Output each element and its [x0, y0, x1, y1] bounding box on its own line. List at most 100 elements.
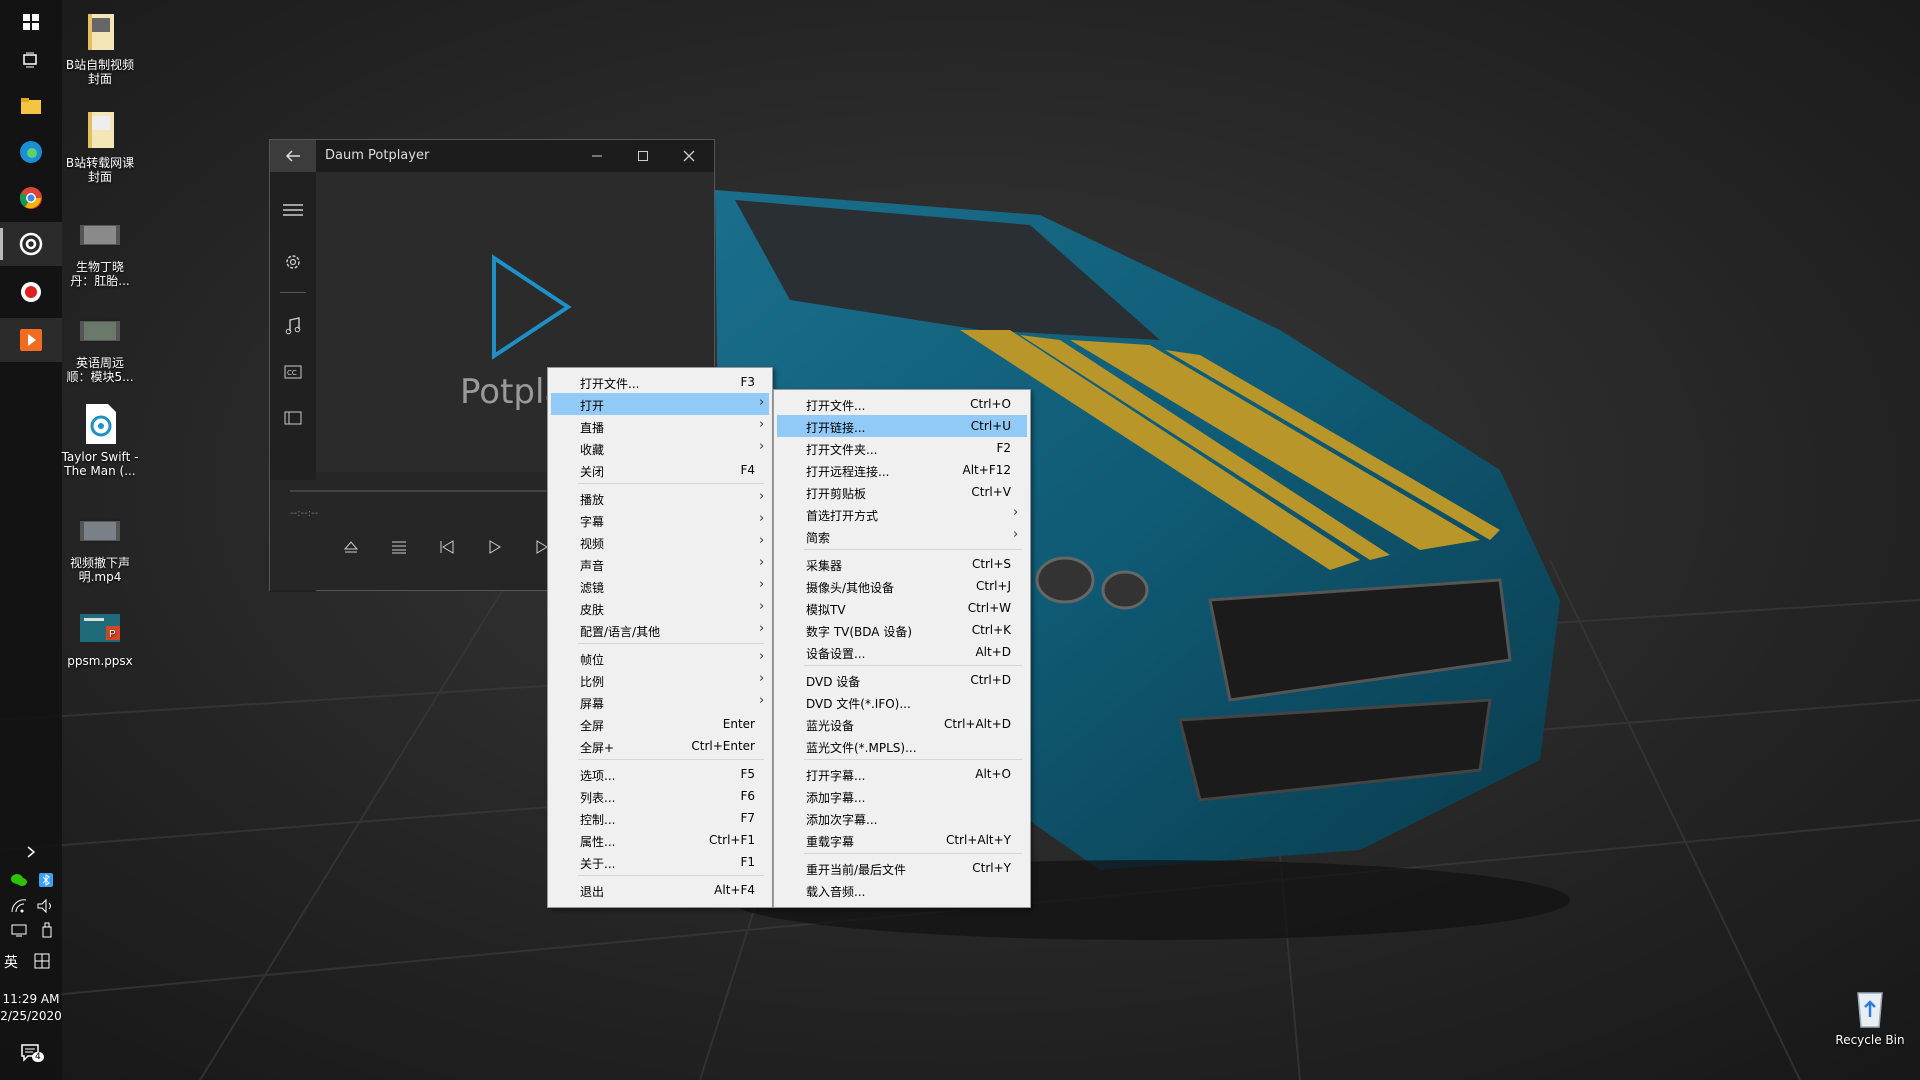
- main-menu-item[interactable]: 全屏+ Ctrl+Enter: [551, 735, 769, 757]
- file-explorer-button[interactable]: [0, 84, 62, 128]
- recycle-bin-icon[interactable]: Recycle Bin: [1830, 985, 1910, 1047]
- show-hidden-icons-button[interactable]: [0, 840, 62, 864]
- main-menu-item[interactable]: 直播 ›: [551, 415, 769, 437]
- open-submenu-item[interactable]: 添加字幕...: [777, 785, 1027, 807]
- open-submenu-item[interactable]: 打开文件夹... F2: [777, 437, 1027, 459]
- play-button[interactable]: [480, 532, 510, 562]
- open-submenu-item[interactable]: 蓝光设备 Ctrl+Alt+D: [777, 713, 1027, 735]
- main-menu-item[interactable]: 控制... F7: [551, 807, 769, 829]
- ime-language-indicator[interactable]: 英: [4, 952, 18, 972]
- desktop-icon[interactable]: P ppsm.ppsx: [55, 606, 145, 668]
- main-menu-item[interactable]: 选项... F5: [551, 763, 769, 785]
- main-menu-item[interactable]: 收藏 ›: [551, 437, 769, 459]
- menu-item-label: 打开文件夹...: [806, 443, 878, 457]
- open-submenu-item[interactable]: 载入音频...: [777, 879, 1027, 901]
- main-menu-item[interactable]: 屏幕 ›: [551, 691, 769, 713]
- volume-icon[interactable]: [36, 898, 54, 914]
- desktop-icon[interactable]: 英语周远 顺：模块5...: [55, 308, 145, 384]
- main-menu-item[interactable]: 打开 ›: [551, 393, 769, 415]
- main-menu-item[interactable]: 声音 ›: [551, 553, 769, 575]
- open-submenu-item[interactable]: DVD 文件(*.IFO)...: [777, 691, 1027, 713]
- audio-button[interactable]: [270, 306, 316, 346]
- open-submenu-item[interactable]: 首选打开方式 ›: [777, 503, 1027, 525]
- main-menu-item[interactable]: 属性... Ctrl+F1: [551, 829, 769, 851]
- menu-button[interactable]: [270, 190, 316, 230]
- bluetooth-tray-icon[interactable]: [38, 872, 54, 888]
- open-submenu-item[interactable]: 蓝光文件(*.MPLS)...: [777, 735, 1027, 757]
- main-menu-item[interactable]: 滤镜 ›: [551, 575, 769, 597]
- recorder-button[interactable]: [0, 270, 62, 314]
- main-menu-item[interactable]: 配置/语言/其他 ›: [551, 619, 769, 641]
- open-submenu-item[interactable]: 摄像头/其他设备 Ctrl+J: [777, 575, 1027, 597]
- network-icon[interactable]: [10, 898, 28, 914]
- maximize-button[interactable]: [620, 140, 666, 172]
- arrow-left-icon: [285, 150, 300, 162]
- eject-button[interactable]: [336, 532, 366, 562]
- main-menu-item[interactable]: 播放 ›: [551, 487, 769, 509]
- previous-button[interactable]: [432, 532, 462, 562]
- tray-row-1: [10, 872, 54, 892]
- playlist-button[interactable]: [384, 532, 414, 562]
- settings-button[interactable]: [270, 242, 316, 282]
- main-menu-item[interactable]: 列表... F6: [551, 785, 769, 807]
- potplayer-taskbar-button[interactable]: [0, 222, 62, 266]
- open-submenu-item[interactable]: 重开当前/最后文件 Ctrl+Y: [777, 857, 1027, 879]
- open-submenu-item[interactable]: 打开文件... Ctrl+O: [777, 393, 1027, 415]
- open-submenu-item[interactable]: 打开链接... Ctrl+U: [777, 415, 1027, 437]
- menu-item-label: DVD 设备: [806, 675, 861, 689]
- open-submenu-item[interactable]: 采集器 Ctrl+S: [777, 553, 1027, 575]
- open-submenu-item[interactable]: DVD 设备 Ctrl+D: [777, 669, 1027, 691]
- subtitle-button[interactable]: CC: [270, 352, 316, 392]
- open-submenu-item[interactable]: 添加次字幕...: [777, 807, 1027, 829]
- close-button[interactable]: [666, 140, 712, 172]
- menu-item-label: 全屏: [580, 719, 605, 733]
- submenu-arrow-icon: ›: [759, 489, 765, 504]
- main-menu-item[interactable]: 比例 ›: [551, 669, 769, 691]
- open-submenu-item[interactable]: 数字 TV(BDA 设备) Ctrl+K: [777, 619, 1027, 641]
- open-submenu-item[interactable]: 设备设置... Alt+D: [777, 641, 1027, 663]
- desktop-icon[interactable]: B站转载网课 封面: [55, 108, 145, 184]
- main-menu-item[interactable]: 视频 ›: [551, 531, 769, 553]
- submenu-arrow-icon: ›: [759, 439, 765, 454]
- main-menu-item[interactable]: 帧位 ›: [551, 647, 769, 669]
- open-submenu-item[interactable]: 重载字幕 Ctrl+Alt+Y: [777, 829, 1027, 851]
- minimize-button[interactable]: [574, 140, 620, 172]
- menu-item-label: 全屏+: [580, 741, 615, 755]
- open-submenu-item[interactable]: 打开剪贴板 Ctrl+V: [777, 481, 1027, 503]
- main-menu-item[interactable]: 退出 Alt+F4: [551, 879, 769, 901]
- main-menu-item[interactable]: 关闭 F4: [551, 459, 769, 481]
- main-menu-item[interactable]: 打开文件... F3: [551, 371, 769, 393]
- main-menu-item[interactable]: 关于... F1: [551, 851, 769, 873]
- action-center-button[interactable]: 4: [20, 1042, 44, 1064]
- media-app-button[interactable]: [0, 318, 62, 362]
- screen-button[interactable]: [270, 398, 316, 438]
- task-view-button[interactable]: [0, 38, 62, 82]
- menu-item-label: 比例: [580, 675, 605, 689]
- menu-item-label: 载入音频...: [806, 885, 866, 899]
- menu-separator: [804, 759, 1022, 760]
- music-note-icon: [285, 317, 301, 335]
- open-submenu-item[interactable]: 模拟TV Ctrl+W: [777, 597, 1027, 619]
- play-logo-icon: [492, 254, 572, 360]
- usb-device-icon[interactable]: [40, 922, 54, 938]
- desktop-icon[interactable]: 视频撤下声 明.mp4: [55, 508, 145, 584]
- clock-date[interactable]: 2/25/2020: [0, 1009, 62, 1023]
- desktop-icon[interactable]: Taylor Swift - The Man (...: [55, 402, 145, 478]
- desktop-icon[interactable]: 生物丁晓 丹：肛胎...: [55, 212, 145, 288]
- menu-item-label: 关于...: [580, 857, 616, 871]
- display-settings-icon[interactable]: [10, 922, 28, 938]
- back-button[interactable]: [270, 140, 316, 172]
- ime-mode-icon[interactable]: [34, 953, 50, 969]
- wechat-icon[interactable]: [10, 872, 28, 888]
- desktop-icon[interactable]: B站自制视频 封面: [55, 10, 145, 86]
- chrome-button[interactable]: [0, 176, 62, 220]
- open-submenu-item[interactable]: 打开远程连接... Alt+F12: [777, 459, 1027, 481]
- main-menu-item[interactable]: 字幕 ›: [551, 509, 769, 531]
- window-titlebar[interactable]: Daum Potplayer: [270, 140, 714, 172]
- main-menu-item[interactable]: 全屏 Enter: [551, 713, 769, 735]
- edge-browser-button[interactable]: [0, 130, 62, 174]
- open-submenu-item[interactable]: 简索 ›: [777, 525, 1027, 547]
- main-menu-item[interactable]: 皮肤 ›: [551, 597, 769, 619]
- clock-time[interactable]: 11:29 AM: [0, 992, 62, 1006]
- open-submenu-item[interactable]: 打开字幕... Alt+O: [777, 763, 1027, 785]
